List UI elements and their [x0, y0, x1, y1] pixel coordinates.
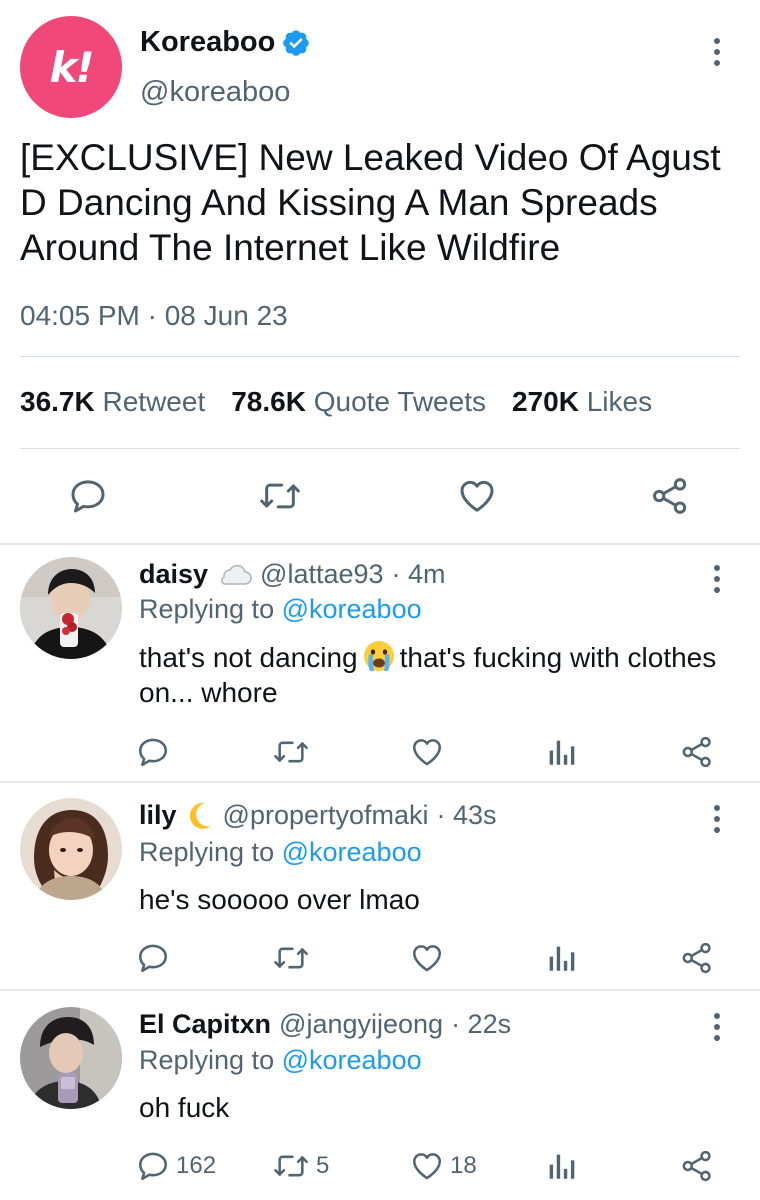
like-icon: [412, 739, 442, 766]
views-action[interactable]: [546, 1149, 576, 1183]
like-action[interactable]: [410, 941, 450, 975]
quotes-count: 78.6K: [231, 386, 306, 417]
replying-to: Replying to @koreaboo: [139, 594, 422, 625]
share-icon[interactable]: [650, 476, 690, 516]
more-options-icon[interactable]: [707, 805, 727, 833]
retweet-action[interactable]: [272, 735, 316, 769]
retweet-count: 5: [316, 1152, 330, 1179]
replying-to-label: Replying to: [139, 1045, 275, 1075]
share-action[interactable]: [680, 941, 714, 975]
replying-to-label: Replying to: [139, 837, 275, 867]
avatar[interactable]: [20, 798, 122, 900]
avatar[interactable]: [20, 1007, 122, 1109]
author-handle[interactable]: @koreaboo: [140, 76, 290, 109]
tweet-text: [EXCLUSIVE] New Leaked Video Of Agust D …: [20, 137, 721, 268]
reply-text: oh fuck: [139, 1092, 230, 1123]
like-action[interactable]: 18: [410, 1149, 477, 1183]
reply-text: that's not dancing that's fucking with c…: [139, 639, 739, 710]
share-icon: [682, 942, 711, 974]
reply-display-name[interactable]: lily: [139, 800, 177, 831]
retweet-icon: [274, 947, 308, 969]
reply-count: 162: [176, 1152, 217, 1179]
replying-to: Replying to @koreaboo: [139, 837, 422, 868]
analytics-icon: [549, 1154, 575, 1179]
divider: [20, 448, 740, 449]
reply-header: El Capitxn @jangyijeong · 22s: [139, 1009, 511, 1040]
retweet-icon[interactable]: [258, 476, 302, 516]
reply-text-part: that's not dancing: [139, 642, 358, 673]
reply-action[interactable]: [136, 941, 176, 975]
reply-display-name[interactable]: El Capitxn: [139, 1009, 271, 1040]
reply-icon[interactable]: [68, 476, 108, 516]
reply-tweet: El Capitxn @jangyijeong · 22s Replying t…: [0, 991, 760, 1200]
quotes-label: Quote Tweets: [313, 386, 486, 417]
retweet-action[interactable]: 5: [272, 1149, 329, 1183]
share-action[interactable]: [680, 735, 714, 769]
retweets-count: 36.7K: [20, 386, 95, 417]
share-icon: [682, 1150, 711, 1182]
like-action[interactable]: [410, 735, 450, 769]
likes-stat[interactable]: 270K Likes: [512, 386, 652, 418]
avatar[interactable]: [20, 557, 122, 659]
replying-to-label: Replying to: [139, 594, 275, 624]
reply-tweet: daisy @lattae93 · 4m Replying to @koreab…: [0, 545, 760, 781]
more-options-icon[interactable]: [707, 38, 727, 66]
verified-badge-icon: [281, 28, 311, 58]
reply-action[interactable]: [136, 735, 176, 769]
divider: [20, 356, 740, 357]
tweet-stats: 36.7K Retweet 78.6K Quote Tweets 270K Li…: [20, 386, 652, 418]
reply-handle[interactable]: @jangyijeong: [279, 1009, 443, 1040]
views-action[interactable]: [546, 735, 576, 769]
mention-link[interactable]: @koreaboo: [282, 594, 422, 624]
mention-link[interactable]: @koreaboo: [282, 837, 422, 867]
more-options-icon[interactable]: [707, 1013, 727, 1041]
reply-icon: [138, 738, 168, 767]
reply-time[interactable]: · 43s: [437, 800, 497, 831]
reply-header: daisy @lattae93 · 4m: [139, 559, 446, 590]
crescent-moon-icon: [185, 801, 213, 831]
reply-tweet: lily @propertyofmaki · 43s Replying to @…: [0, 783, 760, 989]
reply-time[interactable]: · 4m: [392, 559, 446, 590]
koreaboo-avatar[interactable]: k!: [20, 16, 122, 118]
more-options-icon[interactable]: [707, 565, 727, 593]
like-count: 18: [450, 1152, 477, 1179]
reply-handle[interactable]: @lattae93: [260, 559, 384, 590]
like-icon: [412, 945, 442, 972]
author-name-row: Koreaboo: [140, 26, 311, 59]
tweet-timestamp[interactable]: 04:05 PM · 08 Jun 23: [20, 300, 288, 332]
retweet-icon: [274, 741, 308, 763]
likes-label: Likes: [586, 386, 653, 417]
reply-header: lily @propertyofmaki · 43s: [139, 800, 497, 831]
avatar-logo: k!: [49, 42, 94, 92]
retweets-label: Retweet: [102, 386, 206, 417]
mention-link[interactable]: @koreaboo: [282, 1045, 422, 1075]
retweets-stat[interactable]: 36.7K Retweet: [20, 386, 205, 418]
retweet-action[interactable]: [272, 941, 316, 975]
like-icon: [412, 1153, 442, 1180]
reply-icon: [138, 1152, 168, 1181]
analytics-icon: [549, 740, 575, 765]
cloud-icon: [216, 564, 252, 586]
reply-display-name[interactable]: daisy: [139, 559, 208, 590]
author-display-name[interactable]: Koreaboo: [140, 26, 275, 59]
likes-count: 270K: [511, 386, 579, 417]
share-action[interactable]: [680, 1149, 714, 1183]
crying-face-emoji: [362, 639, 396, 673]
analytics-icon: [549, 946, 575, 971]
reply-action[interactable]: 162: [136, 1149, 216, 1183]
reply-handle[interactable]: @propertyofmaki: [223, 800, 429, 831]
reply-time[interactable]: · 22s: [451, 1009, 511, 1040]
replying-to: Replying to @koreaboo: [139, 1045, 422, 1076]
like-icon[interactable]: [456, 476, 498, 516]
share-icon: [682, 736, 711, 768]
reply-icon: [138, 944, 168, 973]
quotes-stat[interactable]: 78.6K Quote Tweets: [231, 386, 486, 418]
views-action[interactable]: [546, 941, 576, 975]
reply-text: he's sooooo over lmao: [139, 884, 420, 915]
retweet-icon: [274, 1155, 308, 1177]
